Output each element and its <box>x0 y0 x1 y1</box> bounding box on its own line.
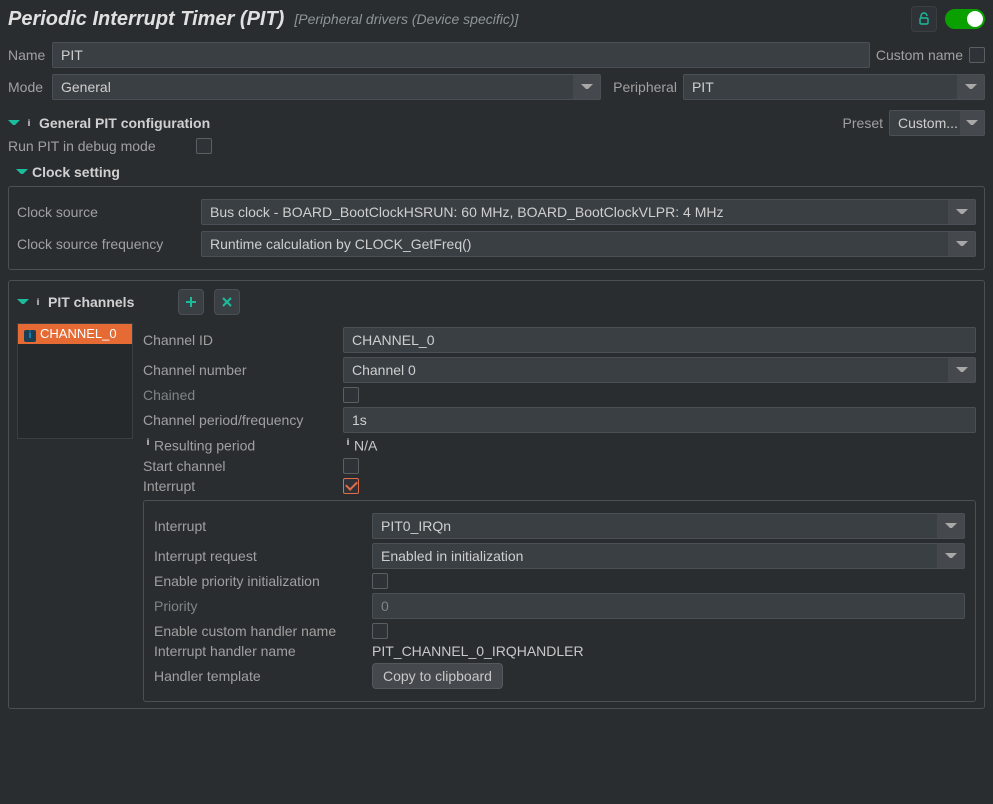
start-checkbox[interactable] <box>343 458 359 474</box>
add-channel-button[interactable] <box>178 289 204 315</box>
info-icon: i <box>143 437 153 447</box>
chevron-down-icon[interactable] <box>573 74 601 100</box>
channel-list-item[interactable]: iCHANNEL_0 <box>18 324 132 344</box>
config-panel: Periodic Interrupt Timer (PIT) [Peripher… <box>0 0 993 804</box>
priority-input[interactable]: 0 <box>372 593 965 619</box>
handler-name-label: Interrupt handler name <box>154 643 364 659</box>
name-label: Name <box>8 47 46 63</box>
lock-button[interactable] <box>911 6 937 32</box>
peripheral-combo[interactable]: PIT <box>683 74 985 100</box>
preset-label: Preset <box>843 115 883 131</box>
pit-channels-expander[interactable]: i PIT channels <box>17 290 134 314</box>
info-icon: i <box>24 118 34 128</box>
remove-channel-button[interactable] <box>214 289 240 315</box>
plus-icon <box>184 295 198 309</box>
clock-frame: Clock source Bus clock - BOARD_BootClock… <box>8 186 985 270</box>
resulting-value: iN/A <box>343 437 377 454</box>
info-icon: i <box>24 330 36 342</box>
debug-mode-row: Run PIT in debug mode <box>8 138 985 154</box>
irq-combo[interactable]: PIT0_IRQn <box>372 513 965 539</box>
handler-tmpl-label: Handler template <box>154 668 364 684</box>
interrupt-frame: Interrupt PIT0_IRQn Interrupt request En… <box>143 500 976 702</box>
debug-mode-label: Run PIT in debug mode <box>8 138 156 154</box>
clock-source-combo[interactable]: Bus clock - BOARD_BootClockHSRUN: 60 MHz… <box>201 199 976 225</box>
name-row: Name PIT Custom name <box>8 42 985 68</box>
chevron-down-icon[interactable] <box>960 110 985 136</box>
channels-frame: i PIT channels iCHANNEL_0 Channel ID CHA… <box>8 280 985 709</box>
mode-combo[interactable]: General <box>52 74 601 100</box>
mode-label: Mode <box>8 79 46 95</box>
clock-setting-expander[interactable]: Clock setting <box>8 160 985 184</box>
chevron-down-icon[interactable] <box>957 74 985 100</box>
chained-label: Chained <box>143 387 335 403</box>
chevron-down-icon <box>17 296 29 308</box>
handler-name-value: PIT_CHANNEL_0_IRQHANDLER <box>372 643 584 659</box>
channel-list[interactable]: iCHANNEL_0 <box>17 323 133 439</box>
channel-id-input[interactable]: CHANNEL_0 <box>343 327 976 353</box>
panel-title: Periodic Interrupt Timer (PIT) <box>8 8 284 31</box>
interrupt-checkbox[interactable] <box>343 478 359 494</box>
info-icon: i <box>33 297 43 307</box>
copy-clipboard-button[interactable]: Copy to clipboard <box>372 663 503 689</box>
section-title: General PIT configuration <box>39 115 210 131</box>
clock-setting-title: Clock setting <box>32 164 120 180</box>
chevron-down-icon[interactable] <box>948 199 976 225</box>
preset-combo[interactable]: Custom... <box>889 110 985 136</box>
irq-req-combo[interactable]: Enabled in initialization <box>372 543 965 569</box>
chained-checkbox[interactable] <box>343 387 359 403</box>
period-input[interactable]: 1s <box>343 407 976 433</box>
lock-icon <box>917 12 931 26</box>
peripheral-label: Peripheral <box>613 79 677 95</box>
channel-detail: Channel ID CHANNEL_0 Channel number Chan… <box>143 323 976 702</box>
clock-freq-label: Clock source frequency <box>17 236 195 252</box>
prio-init-label: Enable priority initialization <box>154 573 364 589</box>
enable-toggle[interactable] <box>945 9 985 29</box>
priority-label: Priority <box>154 598 364 614</box>
info-icon: i <box>343 437 353 447</box>
chevron-down-icon[interactable] <box>948 231 976 257</box>
chevron-down-icon <box>8 117 20 129</box>
channel-number-label: Channel number <box>143 362 335 378</box>
mode-row: Mode General Peripheral PIT <box>8 74 985 100</box>
resulting-label: iResulting period <box>143 437 335 454</box>
period-label: Channel period/frequency <box>143 412 335 428</box>
irq-label: Interrupt <box>154 518 364 534</box>
preset-row: Preset Custom... <box>843 110 985 136</box>
clock-source-label: Clock source <box>17 204 195 220</box>
panel-header: Periodic Interrupt Timer (PIT) [Peripher… <box>8 0 985 36</box>
prio-init-checkbox[interactable] <box>372 573 388 589</box>
irq-req-label: Interrupt request <box>154 548 364 564</box>
chevron-down-icon <box>16 166 28 178</box>
name-input[interactable]: PIT <box>52 42 870 68</box>
interrupt-label: Interrupt <box>143 478 335 494</box>
channel-id-label: Channel ID <box>143 332 335 348</box>
debug-mode-checkbox[interactable] <box>196 138 212 154</box>
close-icon <box>221 296 233 308</box>
chevron-down-icon[interactable] <box>937 543 965 569</box>
custom-handler-label: Enable custom handler name <box>154 623 364 639</box>
general-config-expander[interactable]: i General PIT configuration <box>8 111 210 135</box>
clock-freq-combo[interactable]: Runtime calculation by CLOCK_GetFreq() <box>201 231 976 257</box>
chevron-down-icon[interactable] <box>937 513 965 539</box>
custom-name-label: Custom name <box>876 47 963 63</box>
chevron-down-icon[interactable] <box>948 357 976 383</box>
custom-handler-checkbox[interactable] <box>372 623 388 639</box>
start-label: Start channel <box>143 458 335 474</box>
pit-channels-title: PIT channels <box>48 294 134 310</box>
custom-name-checkbox[interactable] <box>969 47 985 63</box>
channel-number-combo[interactable]: Channel 0 <box>343 357 976 383</box>
panel-subtitle: [Peripheral drivers (Device specific)] <box>294 11 518 27</box>
